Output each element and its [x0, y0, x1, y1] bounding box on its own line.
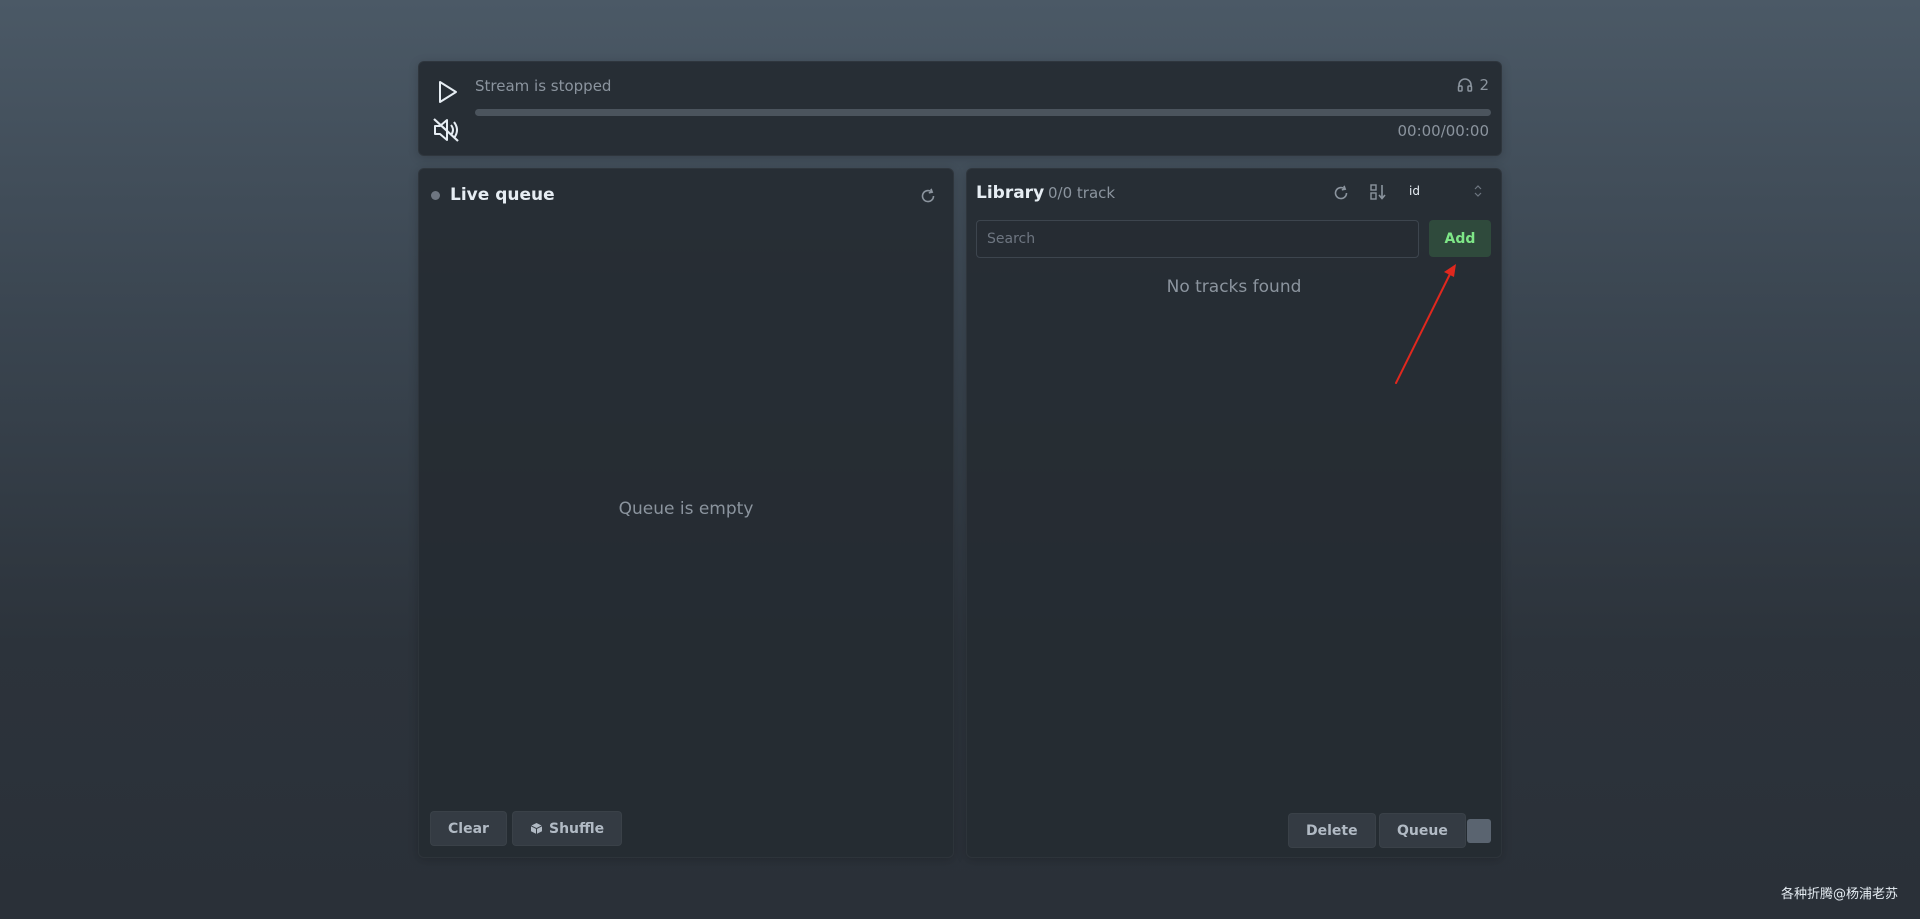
cube-icon: [530, 823, 543, 834]
listener-count: 2: [1457, 76, 1489, 94]
delete-button-label: Delete: [1306, 822, 1358, 839]
play-icon[interactable]: [433, 78, 461, 106]
status-dot-icon: [431, 191, 440, 200]
add-button-label: Add: [1444, 230, 1476, 247]
time-readout: 00:00/00:00: [1397, 122, 1489, 140]
annotation-arrow-icon: [1395, 264, 1456, 384]
stream-status: Stream is stopped: [475, 77, 612, 95]
queue-title: Live queue: [450, 185, 555, 205]
live-queue-panel: Live queue Queue is empty Clear Shuffle: [418, 168, 954, 858]
select-all-checkbox[interactable]: [1467, 819, 1491, 843]
queue-button-label: Queue: [1397, 822, 1448, 839]
volume-muted-icon[interactable]: [431, 116, 461, 144]
refresh-icon[interactable]: [919, 187, 937, 205]
delete-button[interactable]: Delete: [1288, 813, 1376, 848]
add-button[interactable]: Add: [1429, 220, 1491, 257]
progress-bar[interactable]: [475, 109, 1491, 116]
track-count: 0/0 track: [1048, 184, 1116, 202]
queue-button[interactable]: Queue: [1379, 813, 1466, 848]
watermark: 各种折腾@杨浦老苏: [1780, 887, 1898, 902]
library-title: Library: [976, 183, 1045, 203]
clear-button-label: Clear: [448, 820, 489, 837]
headphones-icon: [1458, 78, 1473, 92]
chevron-up-down-icon: [1474, 185, 1482, 197]
player-bar: Stream is stopped 2 00:00/00:00: [418, 61, 1502, 156]
sort-select[interactable]: id: [1403, 179, 1493, 203]
sort-select-value: id: [1409, 184, 1420, 198]
search-input[interactable]: [976, 220, 1419, 258]
queue-empty-message: Queue is empty: [618, 499, 754, 519]
refresh-icon[interactable]: [1332, 184, 1350, 202]
clear-button[interactable]: Clear: [430, 811, 507, 846]
shuffle-button[interactable]: Shuffle: [512, 811, 623, 846]
listener-count-value: 2: [1479, 76, 1489, 94]
shuffle-button-label: Shuffle: [549, 820, 605, 837]
sort-order-icon[interactable]: [1369, 183, 1387, 201]
